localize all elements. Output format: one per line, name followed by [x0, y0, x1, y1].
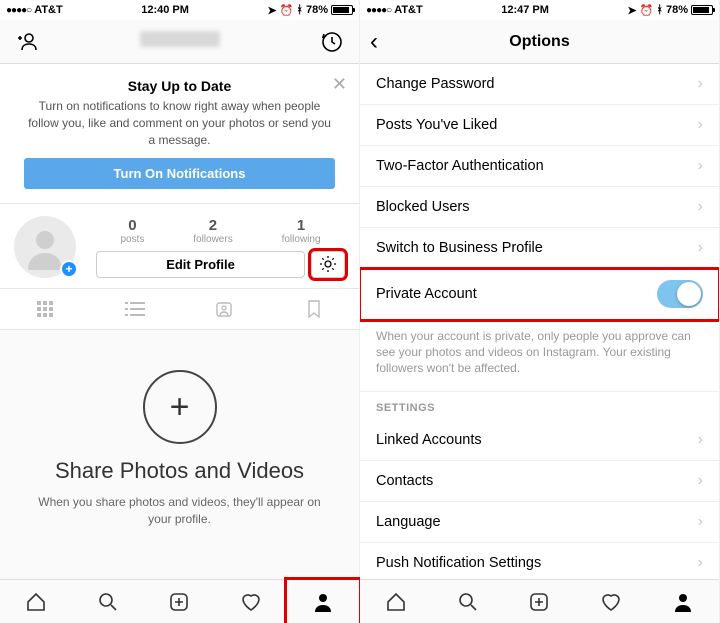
- empty-title: Share Photos and Videos: [55, 458, 304, 484]
- profile-info: + 0posts 2followers 1following Edit Prof…: [0, 204, 359, 289]
- notifications-prompt: ✕ Stay Up to Date Turn on notifications …: [0, 64, 359, 204]
- activity-tab[interactable]: [215, 580, 287, 623]
- list-view-tab[interactable]: [90, 289, 180, 329]
- options-list: Change Password› Posts You've Liked› Two…: [360, 64, 719, 579]
- profile-tab[interactable]: [647, 580, 719, 623]
- gear-icon: [319, 255, 337, 273]
- add-friend-button[interactable]: [10, 33, 44, 51]
- change-password-row[interactable]: Change Password›: [360, 64, 719, 105]
- chevron-right-icon: ›: [698, 75, 703, 93]
- private-account-row[interactable]: Private Account: [360, 269, 719, 320]
- alarm-icon: ⏰: [280, 4, 294, 17]
- search-tab[interactable]: [72, 580, 144, 623]
- chevron-right-icon: ›: [698, 554, 703, 572]
- battery-percent: 78%: [306, 4, 328, 16]
- status-bar: ●●●●○AT&T 12:40 PM ➤ ⏰ᚼ78%: [0, 0, 359, 20]
- chevron-right-icon: ›: [698, 431, 703, 449]
- battery-icon: [331, 5, 353, 15]
- grid-view-tab[interactable]: [0, 289, 90, 329]
- clock: 12:47 PM: [501, 4, 549, 16]
- add-post-icon[interactable]: +: [143, 370, 217, 444]
- tab-bar: [360, 579, 719, 623]
- search-tab[interactable]: [432, 580, 504, 623]
- following-stat[interactable]: 1following: [282, 217, 321, 245]
- bluetooth-icon: ᚼ: [296, 4, 303, 16]
- signal-dots: ●●●●○: [6, 5, 31, 16]
- profile-header-bar: [0, 20, 359, 64]
- signal-dots: ●●●●○: [366, 5, 391, 16]
- carrier-label: AT&T: [34, 4, 63, 16]
- avatar[interactable]: +: [14, 216, 76, 278]
- activity-tab[interactable]: [575, 580, 647, 623]
- location-icon: ➤: [267, 4, 276, 17]
- create-tab[interactable]: [504, 580, 576, 623]
- options-title: Options: [370, 33, 709, 51]
- empty-body: When you share photos and videos, they'l…: [0, 494, 359, 528]
- settings-button[interactable]: [311, 251, 345, 278]
- create-tab[interactable]: [144, 580, 216, 623]
- profile-screen: ●●●●○AT&T 12:40 PM ➤ ⏰ᚼ78% ✕ Stay Up to D…: [0, 0, 360, 623]
- profile-tab[interactable]: [287, 580, 359, 623]
- carrier-label: AT&T: [394, 4, 423, 16]
- battery-percent: 78%: [666, 4, 688, 16]
- private-account-toggle[interactable]: [657, 280, 703, 308]
- close-icon[interactable]: ✕: [332, 74, 347, 95]
- chevron-right-icon: ›: [698, 157, 703, 175]
- add-story-icon[interactable]: +: [60, 260, 78, 278]
- battery-icon: [691, 5, 713, 15]
- posts-stat[interactable]: 0posts: [120, 217, 144, 245]
- blocked-users-row[interactable]: Blocked Users›: [360, 187, 719, 228]
- status-bar: ●●●●○AT&T 12:47 PM ➤ ⏰ᚼ78%: [360, 0, 719, 20]
- chevron-right-icon: ›: [698, 472, 703, 490]
- bluetooth-icon: ᚼ: [656, 4, 663, 16]
- private-account-note: When your account is private, only peopl…: [360, 320, 719, 392]
- options-screen: ●●●●○AT&T 12:47 PM ➤ ⏰ᚼ78% ‹ Options Chan…: [360, 0, 720, 623]
- two-factor-row[interactable]: Two-Factor Authentication›: [360, 146, 719, 187]
- username-title: [44, 31, 315, 52]
- saved-view-tab[interactable]: [269, 289, 359, 329]
- contacts-row[interactable]: Contacts›: [360, 461, 719, 502]
- activity-button[interactable]: [315, 31, 349, 53]
- profile-view-tabs: [0, 289, 359, 330]
- prompt-body: Turn on notifications to know right away…: [24, 98, 335, 148]
- prompt-title: Stay Up to Date: [24, 78, 335, 94]
- push-notifications-row[interactable]: Push Notification Settings›: [360, 543, 719, 579]
- followers-stat[interactable]: 2followers: [193, 217, 232, 245]
- clock: 12:40 PM: [141, 4, 189, 16]
- tab-bar: [0, 579, 359, 623]
- home-tab[interactable]: [0, 580, 72, 623]
- chevron-right-icon: ›: [698, 239, 703, 257]
- posts-liked-row[interactable]: Posts You've Liked›: [360, 105, 719, 146]
- switch-business-row[interactable]: Switch to Business Profile›: [360, 228, 719, 269]
- chevron-right-icon: ›: [698, 116, 703, 134]
- chevron-right-icon: ›: [698, 513, 703, 531]
- home-tab[interactable]: [360, 580, 432, 623]
- linked-accounts-row[interactable]: Linked Accounts›: [360, 420, 719, 461]
- turn-on-notifications-button[interactable]: Turn On Notifications: [24, 158, 335, 189]
- alarm-icon: ⏰: [640, 4, 654, 17]
- options-header: ‹ Options: [360, 20, 719, 64]
- location-icon: ➤: [627, 4, 636, 17]
- settings-section-header: SETTINGS: [360, 392, 719, 420]
- chevron-right-icon: ›: [698, 198, 703, 216]
- edit-profile-button[interactable]: Edit Profile: [96, 251, 305, 278]
- tagged-view-tab[interactable]: [180, 289, 270, 329]
- language-row[interactable]: Language›: [360, 502, 719, 543]
- empty-state: + Share Photos and Videos When you share…: [0, 330, 359, 579]
